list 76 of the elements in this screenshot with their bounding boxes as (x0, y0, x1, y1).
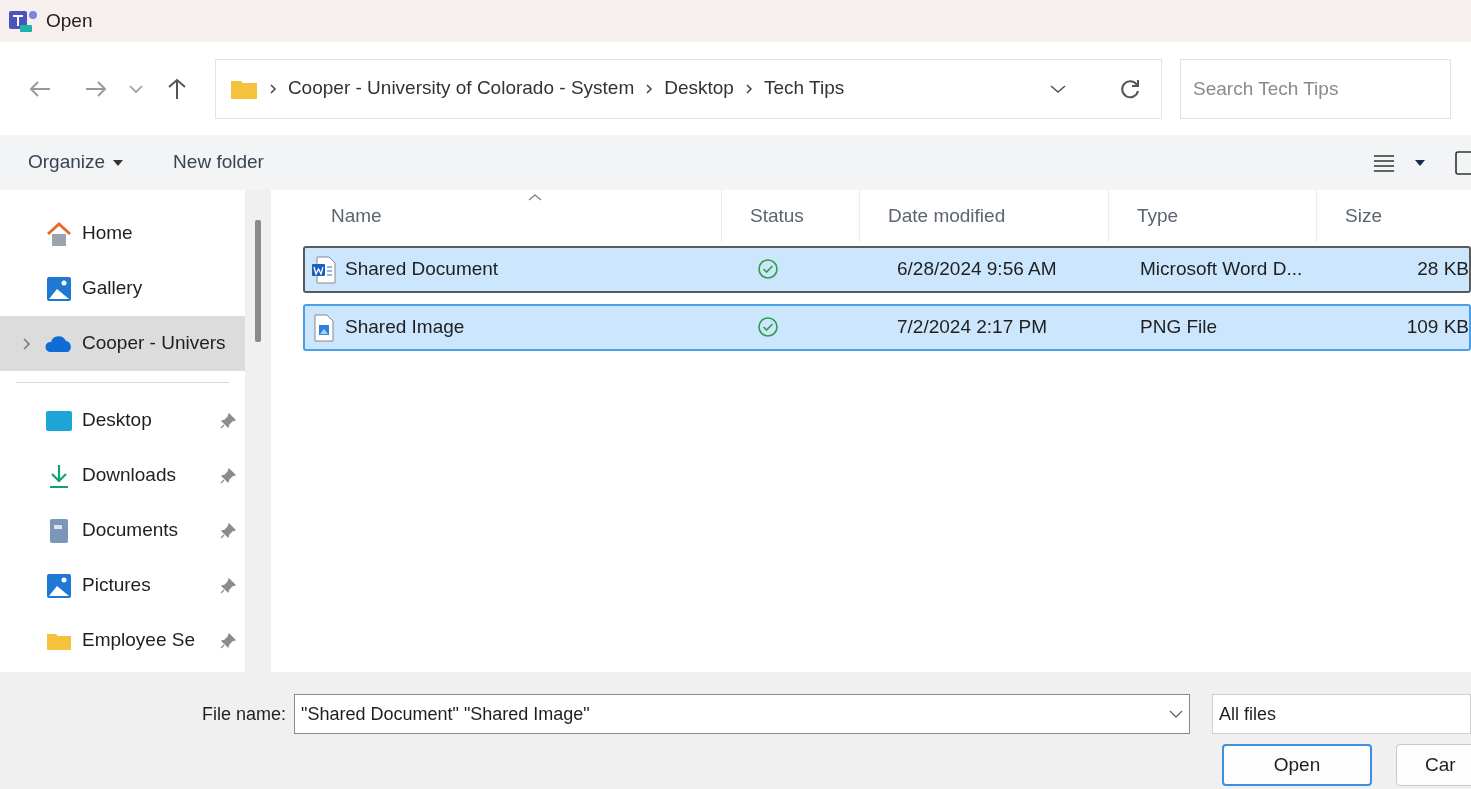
breadcrumb-item[interactable]: Desktop (664, 74, 734, 103)
list-view-icon (1373, 152, 1395, 173)
sidebar-item[interactable]: Cooper - Univers (0, 316, 245, 371)
file-size: 28 KB (1416, 257, 1469, 282)
column-header[interactable]: Type (1108, 190, 1316, 242)
file-name-field[interactable]: "Shared Document" "Shared Image" (294, 694, 1191, 734)
breadcrumb-item[interactable]: Cooper - University of Colorado - System (287, 74, 635, 103)
dialog-button[interactable]: Car (1396, 744, 1471, 786)
dialog-button[interactable]: Open (1222, 744, 1372, 786)
sidebar-item-label: Employee Se (82, 628, 195, 653)
image-file-icon (311, 312, 337, 343)
file-name: Shared Document (345, 257, 499, 282)
chevron-down-icon (1169, 710, 1184, 718)
column-header[interactable]: Size (1316, 190, 1471, 242)
chevron-down-icon (1049, 83, 1067, 94)
file-type-filter[interactable]: All files (1212, 694, 1471, 734)
sidebar-item-label: Desktop (82, 408, 152, 433)
file-type: Microsoft Word D... (1140, 257, 1304, 282)
caret-icon (1415, 159, 1425, 166)
preview-pane-icon (1455, 150, 1471, 175)
breadcrumb-item[interactable]: Tech Tips (763, 74, 845, 103)
column-header[interactable]: Name (303, 190, 721, 242)
home-icon (45, 220, 73, 247)
column-header[interactable]: Status (721, 190, 859, 242)
column-header[interactable]: Date modified (859, 190, 1108, 242)
synced-check-icon (757, 257, 779, 280)
cloud-icon (45, 334, 73, 353)
sidebar-item-label: Gallery (82, 276, 143, 301)
sidebar-item[interactable]: Pictures (0, 558, 245, 613)
sidebar-item[interactable]: Employee Se (0, 613, 245, 668)
synced-check-icon (757, 315, 779, 338)
breadcrumb-separator-icon (267, 82, 278, 95)
forward-arrow-icon (83, 78, 108, 99)
chevron-right-icon (22, 336, 32, 351)
address-bar[interactable]: Cooper - University of Colorado - System Desktop Tech Tips (214, 58, 1162, 119)
caret-icon (113, 159, 124, 166)
file-name: Shared Image (345, 315, 465, 340)
sidebar-item-label: Documents (82, 518, 179, 543)
sidebar-item[interactable]: Documents (0, 503, 245, 558)
search-field[interactable]: Search Tech Tips (1180, 58, 1451, 119)
sidebar-item[interactable]: Gallery (0, 261, 245, 316)
pin-icon (219, 411, 237, 430)
file-size: 109 KB (1405, 315, 1469, 340)
pin-icon (219, 631, 237, 650)
date-modified: 6/28/2024 9:56 AM (896, 257, 1058, 282)
desktop-icon (45, 408, 73, 433)
chevron-down-icon (128, 83, 145, 94)
new-folder-button[interactable]: New folder (173, 148, 264, 177)
view-options-button[interactable] (1373, 152, 1425, 173)
sidebar-item[interactable]: Downloads (0, 448, 245, 503)
sidebar-item-label: Downloads (82, 463, 176, 488)
sort-ascending-icon (527, 193, 543, 201)
sidebar-item[interactable]: Home (0, 206, 245, 261)
pin-icon (219, 466, 237, 485)
pin-icon (219, 576, 237, 595)
breadcrumb-separator-icon (743, 82, 754, 95)
organize-button[interactable]: Organize (28, 148, 124, 177)
app-icon (8, 8, 38, 34)
pin-icon (219, 521, 237, 540)
sidebar-item[interactable]: Desktop (0, 393, 245, 448)
back-arrow-icon (27, 78, 52, 99)
file-name-label: File name: (202, 702, 287, 726)
word-file-icon (311, 254, 337, 285)
gallery-icon (46, 275, 72, 302)
window-title: Open (46, 8, 93, 33)
sidebar-item-label: Pictures (82, 573, 151, 598)
file-row[interactable]: Shared Document 6/28/2024 9:56 AM Microsoft Word D... 28 KB (303, 246, 1471, 293)
file-row[interactable]: Shared Image 7/2/2024 2:17 PM PNG File 109 KB (303, 304, 1471, 351)
date-modified: 7/2/2024 2:17 PM (896, 315, 1048, 340)
file-type: PNG File (1140, 315, 1219, 340)
sidebar-item-label: Home (82, 221, 133, 246)
sidebar-item-label: Cooper - Univers (82, 331, 226, 356)
breadcrumb-separator-icon (644, 82, 655, 95)
picture-icon (46, 572, 72, 599)
document-icon (48, 517, 70, 544)
download-icon (47, 462, 71, 489)
